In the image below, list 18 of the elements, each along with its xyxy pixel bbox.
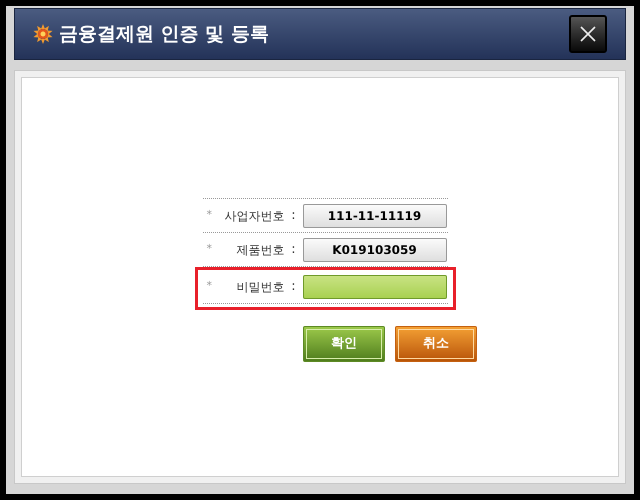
required-mark: * — [206, 278, 213, 294]
label-colon: : — [290, 278, 297, 296]
field-value: 111-11-11119 — [302, 204, 446, 228]
label-colon: : — [290, 206, 297, 225]
window-title: 금융결제원 인증 및 등록 — [59, 22, 270, 47]
field-value: K019103059 — [302, 238, 446, 262]
field-label: 비밀번호 — [236, 278, 284, 296]
close-icon — [580, 26, 596, 42]
cancel-button[interactable]: 취소 — [395, 326, 477, 362]
confirm-button[interactable]: 확인 — [303, 326, 385, 362]
label-colon: : — [290, 240, 297, 259]
sun-icon — [33, 24, 53, 44]
close-button[interactable] — [569, 15, 607, 53]
input-field[interactable] — [302, 274, 446, 298]
field-label: 제품번호 — [236, 242, 284, 258]
required-mark: * — [206, 241, 213, 258]
field-label: 사업자번호 — [224, 208, 284, 224]
required-mark: * — [206, 207, 213, 224]
